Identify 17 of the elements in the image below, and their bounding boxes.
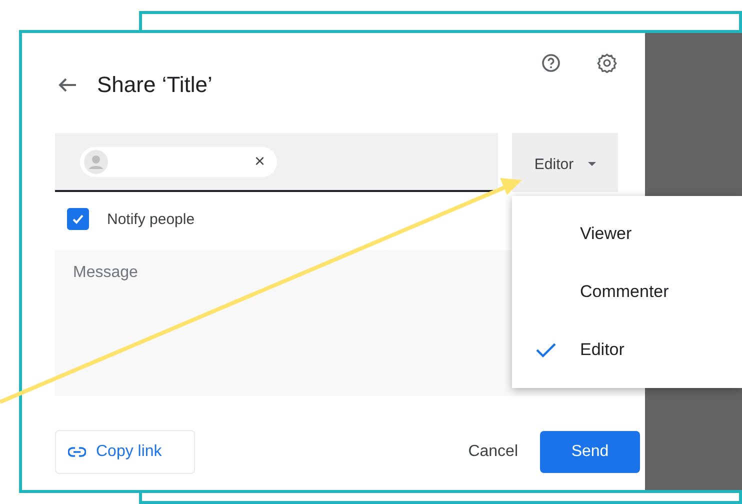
back-arrow-icon[interactable] (57, 77, 77, 93)
avatar-icon (84, 150, 108, 174)
caret-icon (588, 162, 596, 166)
send-button[interactable]: Send (540, 431, 640, 473)
cancel-button[interactable]: Cancel (466, 437, 520, 467)
remove-button[interactable]: × (254, 151, 265, 172)
recipient-chip[interactable]: × (80, 146, 277, 176)
copy-link-button[interactable]: Copy link (55, 430, 195, 474)
settings-icon[interactable] (597, 53, 617, 73)
dialog-title: Share ‘Title’ (97, 72, 212, 98)
checkmark-icon (71, 212, 85, 226)
link-icon (68, 447, 86, 457)
role-dropdown[interactable]: Editor (512, 133, 618, 192)
notify-checkbox[interactable] (67, 208, 89, 230)
recipient-field[interactable]: × (55, 133, 498, 192)
help-icon[interactable] (541, 53, 561, 73)
notify-label: Notify people (107, 210, 195, 228)
